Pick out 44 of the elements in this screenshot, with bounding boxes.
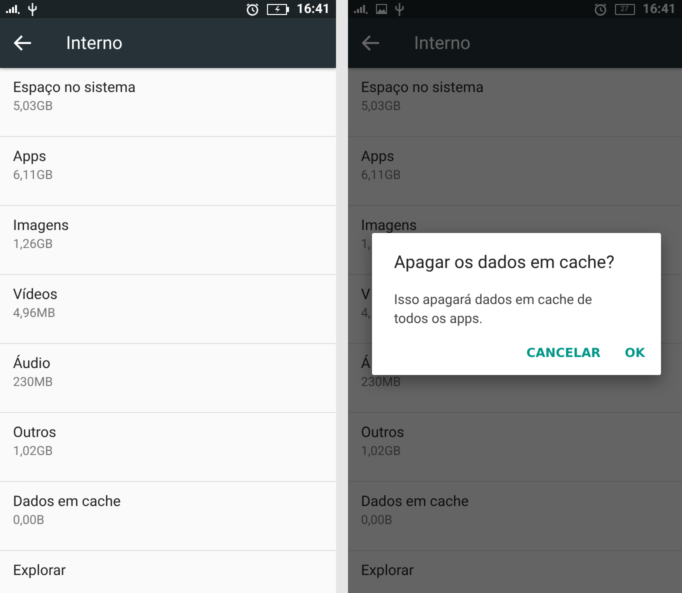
dialog-message: Isso apagará dados em cache de todos os apps.	[394, 291, 593, 329]
storage-list-item[interactable]: Vídeos 4,96MB	[0, 275, 336, 344]
item-label: V	[361, 285, 370, 305]
item-label: Espaço no sistema	[361, 78, 484, 98]
clock-time: 16:41	[296, 2, 330, 16]
storage-list-item[interactable]: Outros 1,02GB	[0, 413, 336, 482]
storage-list-item[interactable]: Áudio 230MB	[0, 344, 336, 413]
back-arrow-icon[interactable]	[14, 35, 32, 51]
item-label: Vídeos	[13, 285, 58, 305]
item-size: 0,00B	[13, 512, 44, 530]
usb-icon	[395, 2, 404, 16]
item-label: Áudio	[13, 354, 50, 374]
usb-icon	[28, 2, 37, 16]
item-label: Apps	[13, 147, 46, 167]
signal-icon	[354, 4, 368, 14]
item-label: Outros	[13, 423, 56, 443]
clock-time: 16:41	[642, 2, 676, 16]
item-label: Espaço no sistema	[13, 78, 136, 98]
storage-list-item[interactable]: Apps 6,11GB	[0, 137, 336, 206]
storage-list-item[interactable]: Espaço no sistema 5,03GB	[0, 68, 336, 137]
item-size: 6,11GB	[13, 167, 53, 185]
item-size: 230MB	[13, 374, 53, 392]
item-label: Explorar	[361, 561, 414, 581]
item-label: Imagens	[361, 216, 417, 236]
item-label: Á	[361, 354, 370, 374]
alarm-clock-icon	[594, 2, 606, 16]
item-size: 1,02GB	[13, 443, 53, 461]
signal-icon	[6, 4, 20, 14]
item-label: Outros	[361, 423, 404, 443]
item-size: 1,26GB	[13, 236, 53, 254]
item-label: Apps	[361, 147, 394, 167]
alarm-clock-icon	[246, 2, 258, 16]
storage-list-item[interactable]: Explorar	[0, 551, 336, 593]
toolbar-title: Interno	[414, 32, 471, 54]
item-label: Imagens	[13, 216, 69, 236]
storage-list-item[interactable]: Dados em cache 0,00B	[0, 482, 336, 551]
toolbar-title: Interno	[66, 32, 123, 54]
storage-list-item[interactable]: Imagens 1,26GB	[0, 206, 336, 275]
dialog-title: Apagar os dados em cache?	[394, 253, 616, 273]
item-size: 5,03GB	[13, 98, 53, 116]
item-label: Explorar	[13, 561, 66, 581]
item-label: Dados em cache	[13, 492, 121, 512]
item-label: Dados em cache	[361, 492, 469, 512]
item-size: 4,96MB	[13, 305, 56, 323]
